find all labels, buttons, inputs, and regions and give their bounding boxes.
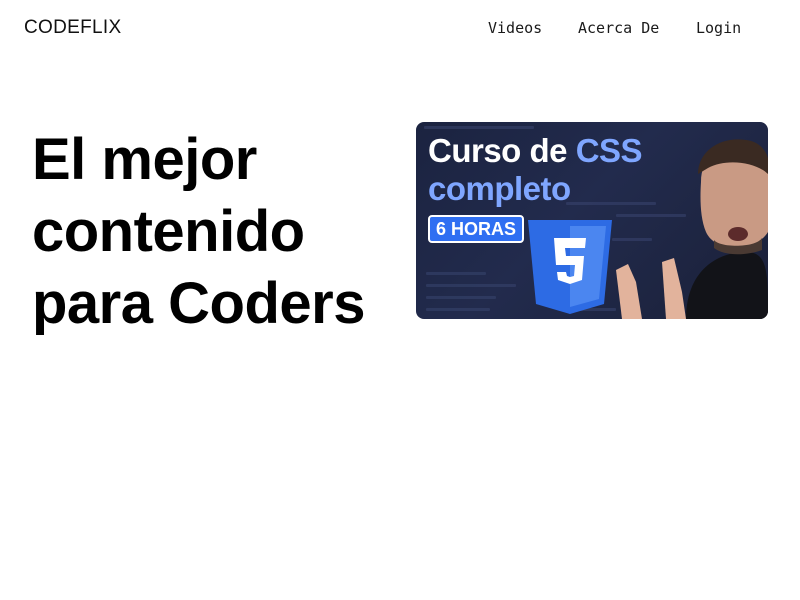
thumbnail-title-accent: CSS [575, 132, 643, 169]
duration-badge: 6 HORAS [428, 215, 525, 243]
thumbnail-title-line1: Curso de CSS [428, 132, 643, 170]
main-nav: Videos Acerca De Login [0, 19, 800, 39]
hero-title-line: contenido [32, 199, 305, 264]
site-header: CODEFLIX Videos Acerca De Login [0, 0, 800, 56]
thumbnail-title-line2: completo [428, 170, 571, 207]
nav-link-about[interactable]: Acerca De [578, 19, 659, 37]
nav-link-login[interactable]: Login [696, 19, 741, 37]
nav-link-videos[interactable]: Videos [488, 19, 542, 37]
css3-logo-icon [528, 220, 612, 314]
hero-title: El mejor contenido para Coders [32, 124, 402, 340]
hero-title-line: El mejor [32, 127, 257, 192]
page: CODEFLIX Videos Acerca De Login El mejor… [0, 0, 800, 600]
featured-video-thumbnail[interactable]: Curso de CSS completo 6 HORAS [416, 122, 768, 319]
thumbnail-title-part1: Curso de [428, 132, 568, 169]
hero-title-line: para Coders [32, 271, 365, 336]
